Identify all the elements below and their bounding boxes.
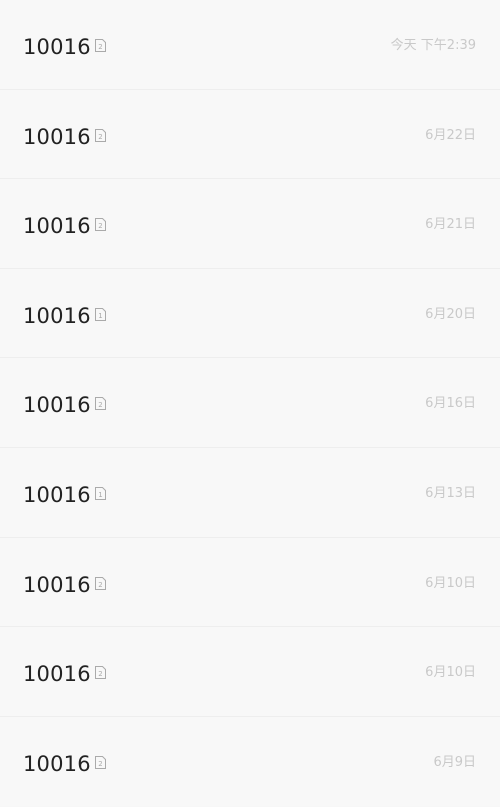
message-item[interactable]: 10016 1 6月13日 — [0, 447, 500, 538]
sim-slot-number: 2 — [98, 760, 102, 768]
sender-number: 10016 — [23, 124, 91, 149]
sim-slot-number: 2 — [98, 581, 102, 589]
sender-number: 10016 — [23, 303, 91, 328]
message-time: 6月16日 — [425, 396, 476, 412]
sim-card-icon: 1 — [95, 307, 106, 321]
message-time: 6月9日 — [433, 754, 476, 770]
sim-card-icon: 2 — [95, 755, 106, 769]
sender-number: 10016 — [23, 393, 91, 418]
sim-card-icon: 1 — [95, 486, 106, 500]
message-item[interactable]: 10016 2 6月9日 — [0, 716, 500, 807]
message-time: 6月20日 — [425, 306, 476, 322]
message-item[interactable]: 10016 1 6月20日 — [0, 268, 500, 359]
message-time: 今天 下午2:39 — [390, 38, 476, 53]
message-item[interactable]: 10016 2 6月16日 — [0, 358, 500, 448]
message-item[interactable]: 10016 2 6月10日 — [0, 627, 500, 717]
sender-number: 10016 — [23, 482, 91, 507]
message-item[interactable]: 10016 2 6月21日 — [0, 179, 500, 269]
message-time: 6月10日 — [425, 575, 476, 591]
message-item[interactable]: 10016 2 今天 下午2:39 — [0, 0, 500, 90]
sim-slot-number: 2 — [98, 401, 102, 409]
sender-number: 10016 — [23, 662, 91, 687]
sim-slot-number: 1 — [98, 312, 102, 320]
sender-number: 10016 — [23, 214, 91, 239]
message-item[interactable]: 10016 2 6月22日 — [0, 89, 500, 180]
sim-slot-number: 1 — [98, 491, 102, 499]
sim-card-icon: 2 — [95, 128, 106, 142]
message-time: 6月22日 — [425, 127, 476, 143]
sim-slot-number: 2 — [98, 670, 102, 678]
message-time: 6月10日 — [425, 665, 476, 681]
sim-slot-number: 2 — [98, 133, 102, 141]
message-list: 10016 2 今天 下午2:39 10016 2 6月22日 10016 2 … — [0, 0, 500, 807]
sender-number: 10016 — [23, 572, 91, 597]
sender-number: 10016 — [23, 751, 91, 776]
sim-card-icon: 2 — [95, 39, 106, 52]
sim-card-icon: 2 — [95, 218, 106, 232]
message-item[interactable]: 10016 2 6月10日 — [0, 537, 500, 628]
message-time: 6月13日 — [425, 485, 476, 501]
sim-card-icon: 2 — [95, 666, 106, 680]
sim-card-icon: 2 — [95, 397, 106, 411]
sim-slot-number: 2 — [98, 222, 102, 230]
sender-number: 10016 — [23, 35, 91, 59]
message-time: 6月21日 — [425, 217, 476, 233]
sim-card-icon: 2 — [95, 576, 106, 590]
sim-slot-number: 2 — [98, 43, 102, 51]
